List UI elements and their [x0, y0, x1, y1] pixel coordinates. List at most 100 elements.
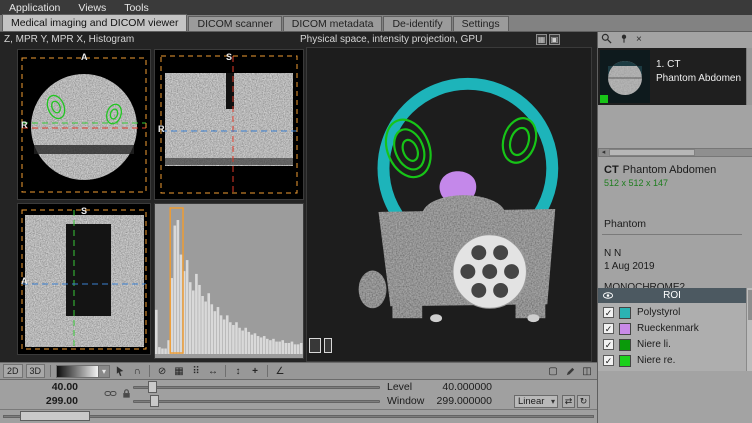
roi-visibility-checkbox[interactable]: ✓ — [603, 339, 614, 350]
pin-icon[interactable] — [619, 33, 629, 47]
tab-de-identify[interactable]: De-identify — [383, 16, 451, 31]
window-value[interactable]: 299.000000 — [424, 395, 492, 407]
separator — [267, 365, 268, 377]
dataset-list-scrollbar[interactable] — [746, 48, 752, 105]
magnet-tool-icon[interactable]: ∩ — [130, 364, 144, 378]
roi-section-header[interactable]: ROI — [598, 288, 746, 303]
roi-item-niere-re[interactable]: ✓ Niere re. — [598, 353, 746, 368]
phantom-foot — [527, 314, 539, 322]
angle-measure-icon[interactable]: ∠ — [273, 364, 287, 378]
reset-levelwindow-button[interactable]: ↻ — [577, 395, 590, 408]
mapping-combobox[interactable]: Linear ▾ — [514, 395, 558, 408]
study-date: 1 Aug 2019 — [604, 261, 655, 272]
status-badge — [600, 95, 608, 103]
modality-label: CT — [604, 164, 619, 176]
level-window-panel: 40.00 299.00 Level Window 40.000000 299.… — [0, 380, 597, 410]
chevron-down-icon: ▾ — [551, 397, 555, 406]
roi-color-swatch[interactable] — [619, 307, 631, 319]
volume-3d-pane[interactable] — [306, 47, 592, 362]
pan-horizontal-icon[interactable]: ↔ — [206, 364, 220, 378]
roi-visibility-checkbox[interactable]: ✓ — [603, 355, 614, 366]
table-band — [165, 158, 293, 165]
search-icon[interactable] — [601, 33, 612, 47]
view-toolbar: 2D 3D ▾ ∩ ⊘ ▦ ⠿ ↔ ↕ + ∠ ▢ ◫ — [0, 362, 597, 380]
roi-list-scrollbar[interactable] — [746, 288, 752, 371]
close-icon[interactable]: × — [636, 34, 642, 45]
drag-dots-icon[interactable]: ⠿ — [189, 364, 203, 378]
menu-tools[interactable]: Tools — [115, 0, 158, 15]
scrollbar-thumb[interactable] — [748, 290, 752, 320]
invert-levelwindow-button[interactable]: ⇄ — [562, 395, 575, 408]
mode-2d-button[interactable]: 2D — [3, 364, 23, 378]
slider-groove — [133, 386, 380, 389]
roi-item-rueckenmark[interactable]: ✓ Rueckenmark — [598, 321, 746, 336]
dataset-list-item-selected[interactable]: 1. CT Phantom Abdomen — [598, 48, 746, 105]
scrollbar-thumb[interactable] — [20, 411, 90, 421]
grayscale-ramp — [57, 366, 98, 377]
lock-icon[interactable] — [121, 388, 132, 402]
properties-hscrollbar[interactable]: ◂ — [598, 148, 752, 157]
roi-item-label: Niere re. — [637, 355, 675, 366]
window-label: Window — [387, 395, 424, 407]
disable-overlay-icon[interactable]: ⊘ — [155, 364, 169, 378]
roi-item-polystyrol[interactable]: ✓ Polystyrol — [598, 305, 746, 320]
roi-color-swatch[interactable] — [619, 323, 631, 335]
tab-bar: Medical imaging and DICOM viewer DICOM s… — [0, 15, 752, 32]
dataset-index-label: 1. CT — [656, 59, 680, 70]
split-view-icon[interactable]: ◫ — [580, 364, 594, 378]
scrollbar-thumb[interactable] — [609, 149, 695, 156]
pan-vertical-icon[interactable]: ↕ — [231, 364, 245, 378]
orientation-label-left: R — [21, 120, 28, 130]
dataset-name-field[interactable]: Phantom — [604, 218, 646, 230]
phantom-foot — [430, 314, 442, 322]
pointer-tool-icon[interactable] — [113, 364, 127, 378]
rectangle-select-icon[interactable]: ▢ — [546, 364, 560, 378]
maximize-view-icon[interactable]: ▣ — [549, 34, 560, 45]
sidebar-toolbar: × — [601, 33, 642, 46]
roi-item-niere-li[interactable]: ✓ Niere li. — [598, 337, 746, 352]
slider-groove — [133, 400, 380, 403]
eye-icon[interactable] — [602, 290, 614, 304]
phantom-wheel-insert — [453, 235, 526, 308]
crosshair-tool-icon[interactable]: + — [248, 364, 262, 378]
sagittal-view-pane[interactable]: S A — [17, 203, 151, 355]
layout-grid-icon[interactable]: ▦ — [172, 364, 186, 378]
view-widget-icon[interactable] — [309, 338, 332, 353]
slider-handle[interactable] — [148, 381, 157, 393]
roi-color-swatch[interactable] — [619, 355, 631, 367]
histogram-pane[interactable] — [154, 203, 304, 359]
pencil-annotate-icon[interactable] — [563, 364, 577, 378]
roi-item-label: Niere li. — [637, 339, 671, 350]
separator — [225, 365, 226, 377]
coronal-view-pane[interactable]: S R — [154, 49, 304, 200]
grid-layout-icon[interactable]: ▦ — [536, 34, 547, 45]
mode-3d-button[interactable]: 3D — [26, 364, 46, 378]
dataset-dimensions: 512 x 512 x 147 — [604, 178, 668, 188]
slider-handle[interactable] — [150, 395, 159, 407]
tab-dicom-metadata[interactable]: DICOM metadata — [283, 16, 383, 31]
window-value-short[interactable]: 299.00 — [24, 395, 78, 407]
roi-color-swatch[interactable] — [619, 339, 631, 351]
window-slider[interactable] — [133, 395, 380, 408]
roi-visibility-checkbox[interactable]: ✓ — [603, 323, 614, 334]
tab-settings[interactable]: Settings — [453, 16, 509, 31]
level-value-short[interactable]: 40.00 — [28, 381, 78, 393]
roi-visibility-checkbox[interactable]: ✓ — [603, 307, 614, 318]
tab-dicom-scanner[interactable]: DICOM scanner — [188, 16, 281, 31]
view-layout-title: Z, MPR Y, MPR X, Histogram — [4, 34, 134, 45]
menu-views[interactable]: Views — [69, 0, 115, 15]
mapping-value: Linear — [518, 396, 544, 407]
colormap-dropdown[interactable]: ▾ — [56, 365, 110, 378]
scroll-left-icon[interactable]: ◂ — [599, 148, 608, 156]
orientation-label-left: A — [21, 276, 28, 286]
patient-name: N N — [604, 248, 621, 259]
slice-scrollbar[interactable] — [0, 410, 597, 423]
tab-medical-imaging-viewer[interactable]: Medical imaging and DICOM viewer — [2, 14, 187, 31]
level-slider[interactable] — [133, 381, 380, 394]
histogram-bars — [155, 220, 303, 354]
level-value[interactable]: 40.000000 — [428, 381, 492, 393]
menu-application[interactable]: Application — [0, 0, 69, 15]
link-level-window-icon[interactable] — [104, 388, 117, 402]
separator — [50, 365, 51, 377]
axial-view-pane[interactable]: A R — [17, 49, 151, 200]
